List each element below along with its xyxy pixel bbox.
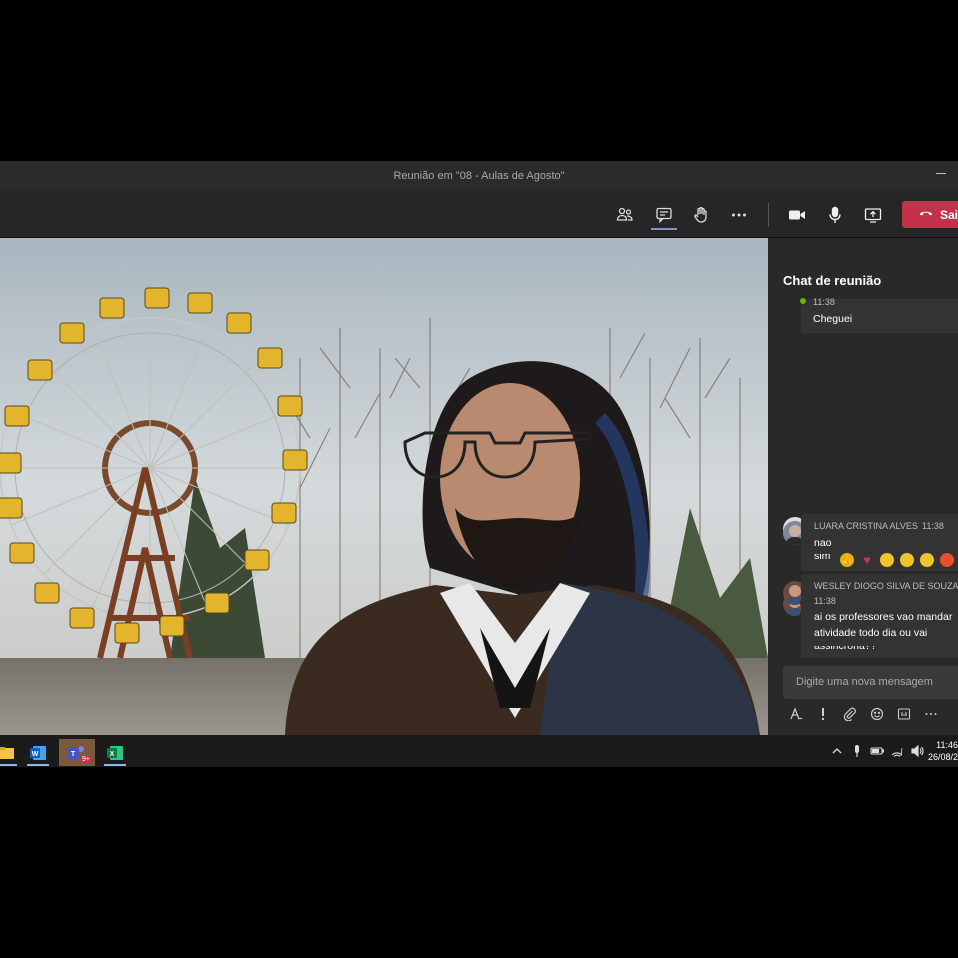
compose-message-input[interactable]: Digite uma nova mensagem	[783, 666, 958, 699]
svg-text:W: W	[32, 751, 39, 758]
share-screen-icon[interactable]	[861, 203, 885, 227]
system-tray	[830, 744, 924, 763]
title-bar: Reunião em "08 - Aulas de Agosto"	[0, 161, 958, 191]
emoji-icon[interactable]	[869, 706, 885, 722]
microphone-icon[interactable]	[823, 203, 847, 227]
clock-date: 26/08/2	[927, 752, 958, 762]
format-icon[interactable]	[788, 706, 804, 722]
volume-icon[interactable]	[910, 744, 924, 763]
leave-label: Sai	[940, 207, 958, 222]
battery-icon[interactable]	[870, 744, 885, 763]
windows-taskbar: W T 9+ X 11:46 26/08/2	[0, 735, 958, 767]
participant-video-image	[0, 238, 768, 735]
file-explorer-icon[interactable]	[0, 739, 20, 766]
system-clock[interactable]: 11:46 26/08/2	[926, 739, 958, 763]
attach-icon[interactable]	[842, 706, 858, 722]
word-icon[interactable]: W	[24, 739, 52, 766]
teams-notification-badge: 9+	[80, 756, 92, 763]
more-options-icon[interactable]	[727, 203, 751, 227]
important-icon[interactable]	[815, 706, 831, 722]
gif-icon[interactable]	[896, 706, 912, 722]
wifi-icon[interactable]	[890, 744, 904, 763]
svg-text:X: X	[110, 751, 115, 758]
excel-icon[interactable]: X	[101, 739, 129, 766]
window-title: Reunião em "08 - Aulas de Agosto"	[393, 170, 565, 182]
chat-icon[interactable]	[652, 203, 676, 227]
leave-button[interactable]: Sai	[902, 201, 958, 228]
compose-toolbar	[788, 706, 939, 722]
camera-icon[interactable]	[785, 203, 809, 227]
toolbar-separator	[768, 203, 769, 227]
microphone-tray-icon[interactable]	[850, 744, 864, 763]
running-indicator	[27, 764, 49, 766]
raise-hand-icon[interactable]	[689, 203, 713, 227]
compose-area: Digite uma nova mensagem	[768, 238, 958, 735]
chevron-up-icon[interactable]	[830, 744, 844, 763]
minimize-button[interactable]	[936, 167, 948, 179]
chat-active-indicator	[651, 228, 677, 230]
video-feed	[0, 238, 768, 735]
participants-icon[interactable]	[613, 203, 637, 227]
running-indicator	[104, 764, 126, 766]
svg-text:T: T	[71, 751, 76, 758]
meeting-toolbar: Sai	[0, 191, 958, 238]
more-icon[interactable]	[923, 706, 939, 722]
teams-icon[interactable]: T 9+	[59, 739, 95, 766]
clock-time: 11:46	[936, 740, 958, 750]
running-indicator	[0, 764, 17, 766]
hang-up-icon	[919, 206, 933, 223]
